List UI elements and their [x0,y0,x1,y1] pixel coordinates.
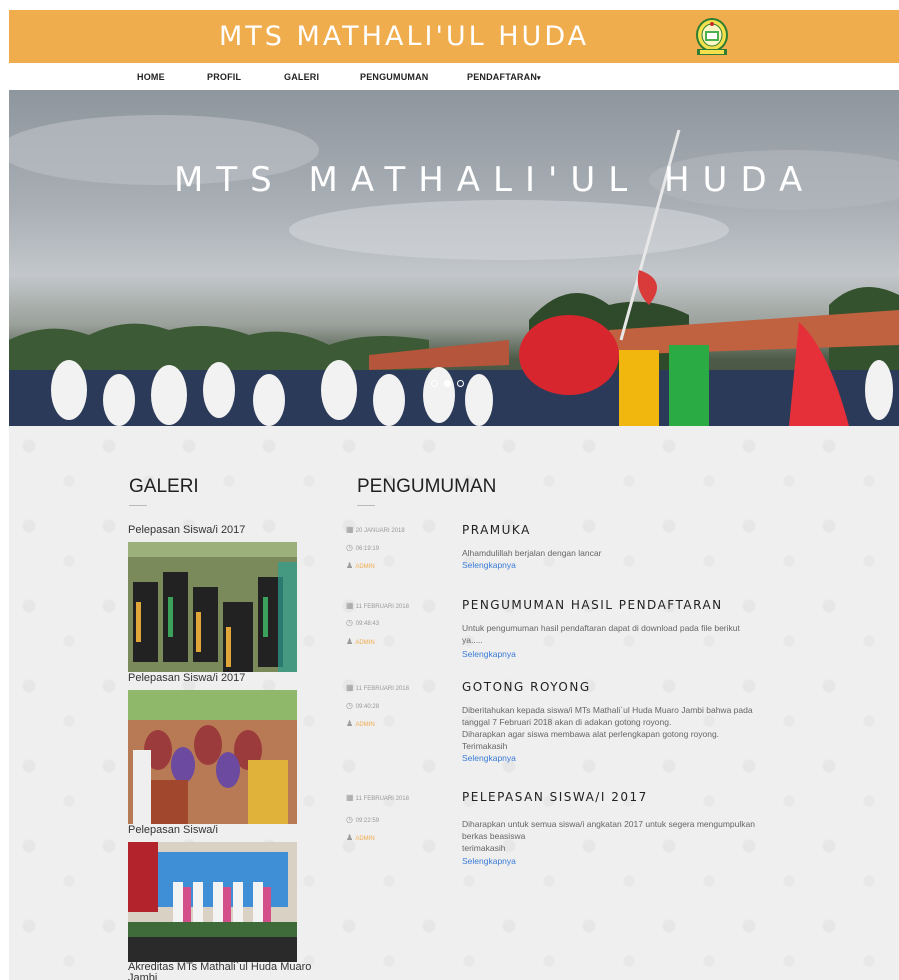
author-text: ADMIN [355,722,375,728]
gallery-caption: Pelepasan Siswa/i 2017 [128,672,246,684]
body-line: Terimakasih [462,741,508,751]
galeri-underline [129,505,147,506]
announcement-title[interactable]: PENGUMUMAN HASIL PENDAFTARAN [462,598,723,612]
galeri-heading: GALERI [129,476,199,497]
clock-icon: ◷ [346,815,353,824]
body-line: Diharapkan agar siswa membawa alat perle… [462,729,720,739]
clock-icon: ◷ [346,543,353,552]
nav-pengumuman[interactable]: PENGUMUMAN [360,72,429,82]
time-text: 09:22:59 [355,818,380,824]
calendar-icon: ▦ [346,683,354,692]
body-line: Diharapkan untuk semua siswa/i angkatan … [462,819,755,829]
body-line: Alhamdulillah berjalan dengan lancar [462,548,602,558]
gallery-caption: Akreditas MTs Mathali`ul Huda Muaro Jamb… [128,961,312,980]
announcement-body: Untuk pengumuman hasil pendaftaran dapat… [462,622,802,646]
hero-photo [9,115,899,426]
slide-indicator-1[interactable] [431,380,438,387]
time-text: 09:40:28 [355,704,380,710]
nav-profil[interactable]: PROFIL [207,72,241,82]
announcement-time: ◷ 06:19:19 [346,543,379,552]
hero-title: MTS MATHALI'UL HUDA [174,160,816,200]
author-text: ADMIN [355,836,375,842]
pengumuman-underline [357,505,375,506]
calendar-icon: ▦ [346,793,354,802]
hero-slider[interactable]: MTS MATHALI'UL HUDA [9,90,899,426]
site-title[interactable]: MTS MATHALI'UL HUDA [219,21,589,52]
nav-pendaftaran-label: PENDAFTARAN [467,72,538,82]
clock-icon: ◷ [346,701,353,710]
announcement-date: ▦ 20 JANUARI 2018 [346,525,405,534]
gallery-photo[interactable] [128,690,297,824]
announcement-title[interactable]: PRAMUKA [462,523,531,537]
read-more-link[interactable]: Selengkapnya [462,753,516,763]
date-text: 11 FEBRUARI 2018 [355,686,409,692]
body-line: terimakasih [462,843,506,853]
read-more-link[interactable]: Selengkapnya [462,856,516,866]
author-text: ADMIN [355,640,375,646]
announcement-date: ▦ 11 FEBRUARI 2018 [346,601,409,610]
date-text: 11 FEBRUARI 2018 [355,604,409,610]
announcement-author: ♟ ADMIN [346,833,375,842]
gallery-caption: Pelepasan Siswa/i 2017 [128,524,246,536]
author-text: ADMIN [355,564,375,570]
announcement-date: ▦ 11 FEBRUARI 2018 [346,683,409,692]
caret-down-icon: ▾ [537,75,541,82]
slide-indicator-2[interactable] [444,380,451,387]
nav-pendaftaran[interactable]: PENDAFTARAN▾ [467,72,541,82]
pengumuman-heading: PENGUMUMAN [357,476,497,497]
calendar-icon: ▦ [346,525,354,534]
gallery-photo[interactable] [128,842,297,962]
content-section: GALERI Pelepasan Siswa/i 2017 Pelepasan … [9,426,899,980]
slide-indicator-3[interactable] [457,380,464,387]
time-text: 09:48:43 [355,621,380,627]
announcement-body: Diberitahukan kepada siswa/i MTs Mathali… [462,704,802,752]
user-icon: ♟ [346,637,354,646]
user-icon: ♟ [346,833,354,842]
announcement-time: ◷ 09:22:59 [346,815,379,824]
announcement-body: Diharapkan untuk semua siswa/i angkatan … [462,818,802,854]
announcement-time: ◷ 09:40:28 [346,701,379,710]
body-line: tanggal 7 Februari 2018 akan di adakan g… [462,717,672,727]
nav-home[interactable]: HOME [137,72,165,82]
announcement-author: ♟ ADMIN [346,561,375,570]
user-icon: ♟ [346,719,354,728]
user-icon: ♟ [346,561,354,570]
nav-galeri[interactable]: GALERI [284,72,319,82]
body-line: ya..... [462,635,483,645]
main-nav: HOME PROFIL GALERI PENGUMUMAN PENDAFTARA… [9,63,899,90]
date-text: 20 JANUARI 2018 [355,528,405,534]
header-bar: MTS MATHALI'UL HUDA [9,10,899,63]
announcement-body: Alhamdulillah berjalan dengan lancar [462,547,802,559]
body-line: berkas beasiswa [462,831,526,841]
body-line: Untuk pengumuman hasil pendaftaran dapat… [462,623,740,633]
slider-indicators [431,380,464,387]
read-more-link[interactable]: Selengkapnya [462,560,516,570]
announcement-author: ♟ ADMIN [346,719,375,728]
time-text: 06:19:19 [355,546,380,552]
gallery-caption: Pelepasan Siswa/i [128,824,218,836]
announcement-title[interactable]: GOTONG ROYONG [462,680,591,694]
clock-icon: ◷ [346,618,353,627]
gallery-photo[interactable] [128,542,297,672]
announcement-date: ▦ 11 FEBRUARI 2018 [346,793,409,802]
body-line: Diberitahukan kepada siswa/i MTs Mathali… [462,705,753,715]
announcement-author: ♟ ADMIN [346,637,375,646]
calendar-icon: ▦ [346,601,354,610]
announcement-title[interactable]: PELEPASAN SISWA/I 2017 [462,790,648,804]
school-emblem-icon[interactable] [692,16,732,58]
date-text: 11 FEBRUARI 2018 [355,796,409,802]
read-more-link[interactable]: Selengkapnya [462,649,516,659]
announcement-time: ◷ 09:48:43 [346,618,379,627]
